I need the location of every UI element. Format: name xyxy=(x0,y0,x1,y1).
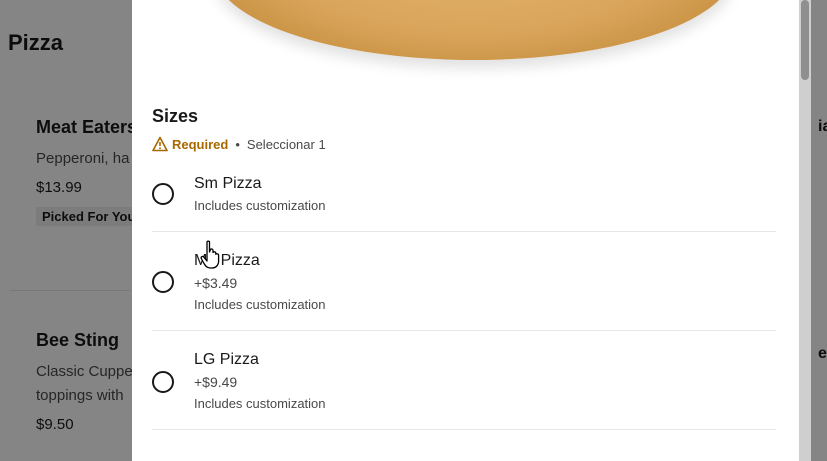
option-name: Sm Pizza xyxy=(194,175,262,192)
required-row: Required • Seleccionar 1 xyxy=(152,136,326,152)
scrollbar-thumb[interactable] xyxy=(801,0,809,80)
select-hint: Seleccionar 1 xyxy=(246,136,326,152)
size-option-sm[interactable]: Sm Pizza Includes customization xyxy=(152,172,776,230)
option-note: Includes customization xyxy=(194,396,326,411)
size-option-lg[interactable]: LG Pizza +$9.49 Includes customization xyxy=(152,349,776,429)
hand-cursor-icon xyxy=(200,240,220,269)
warning-icon xyxy=(152,136,168,152)
pizza-image xyxy=(214,0,734,60)
radio-button[interactable] xyxy=(152,371,174,393)
option-price: +$9.49 xyxy=(194,374,238,390)
option-note: Includes customization xyxy=(194,297,326,312)
separator-dot: • xyxy=(235,136,240,152)
option-note: Includes customization xyxy=(194,198,326,213)
radio-button[interactable] xyxy=(152,271,174,293)
option-name: LG Pizza xyxy=(194,351,259,368)
divider xyxy=(152,429,776,430)
size-option-md[interactable]: Md Pizza +$3.49 Includes customization xyxy=(152,250,776,330)
sizes-heading: Sizes xyxy=(152,106,199,126)
option-price: +$3.49 xyxy=(194,275,238,291)
required-label: Required xyxy=(172,136,229,152)
item-modal: Sizes Required • Seleccionar 1 Sm Pizza … xyxy=(132,0,799,461)
divider xyxy=(152,330,776,331)
divider xyxy=(152,231,776,232)
radio-button[interactable] xyxy=(152,183,174,205)
